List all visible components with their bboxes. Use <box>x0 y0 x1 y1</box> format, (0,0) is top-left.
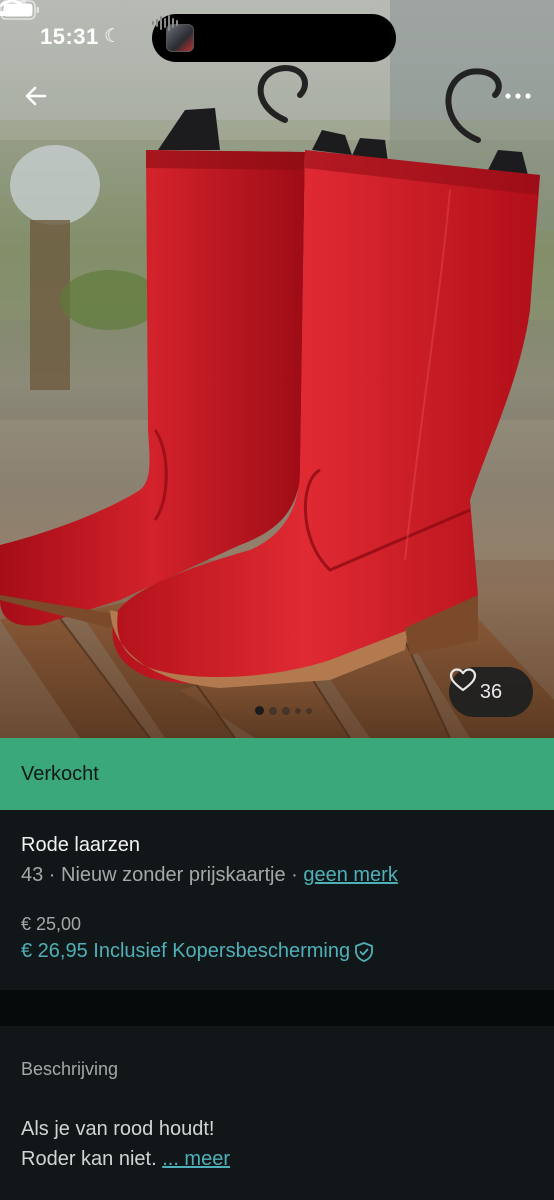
pagination-dot-1[interactable] <box>255 706 264 715</box>
description-line-2: Roder kan niet. <box>21 1148 163 1170</box>
status-time: 15:31 <box>40 24 99 49</box>
favourite-count: 36 <box>479 680 503 703</box>
battery-icon <box>0 0 39 20</box>
pagination-dot-3[interactable] <box>282 706 290 715</box>
description-label: Beschrijving <box>21 1059 119 1079</box>
more-options-button[interactable] <box>500 84 536 108</box>
description-section: Beschrijving Als je van rood houdt! Rode… <box>0 1026 554 1200</box>
protected-price-text: € 26,95 Inclusief Kopersbescherming <box>21 940 351 962</box>
sold-status: Verkocht <box>21 762 99 785</box>
heart-icon <box>449 668 477 692</box>
item-title: Rode laarzen <box>21 834 140 856</box>
item-details: Rode laarzen 43 · Nieuw zonder prijskaar… <box>0 810 554 990</box>
item-size-condition: 43 · Nieuw zonder prijskaartje · <box>21 864 304 886</box>
sold-banner: Verkocht <box>0 738 554 810</box>
audio-wave-icon <box>152 15 178 31</box>
arrow-left-icon <box>25 86 47 106</box>
buyer-protection-price[interactable]: € 26,95 Inclusief Kopersbescherming <box>21 940 375 963</box>
pagination-dot-2[interactable] <box>269 706 277 715</box>
pagination-dot-5[interactable] <box>306 707 312 714</box>
pagination-dot-4[interactable] <box>295 707 301 714</box>
shield-check-icon <box>355 941 373 962</box>
section-separator <box>0 990 554 1026</box>
moon-icon: ☾ <box>104 26 122 47</box>
more-horizontal-icon <box>505 93 531 99</box>
description-text: Als je van rood houdt! Roder kan niet. .… <box>21 1114 521 1174</box>
boots-image <box>0 0 554 738</box>
status-bar: 15:31 ☾ <box>0 0 554 74</box>
product-photo[interactable]: 15:31 ☾ 36 <box>0 0 554 738</box>
item-meta: 43 · Nieuw zonder prijskaartje · geen me… <box>21 864 398 887</box>
item-price: € 25,00 <box>21 914 82 934</box>
read-more-link[interactable]: ... meer <box>162 1148 230 1170</box>
dynamic-island <box>152 14 396 62</box>
back-button[interactable] <box>20 80 52 112</box>
favourite-button[interactable]: 36 <box>449 667 533 717</box>
photo-pagination <box>255 706 312 715</box>
brand-link[interactable]: geen merk <box>303 864 398 886</box>
description-line-1: Als je van rood houdt! <box>21 1118 215 1140</box>
